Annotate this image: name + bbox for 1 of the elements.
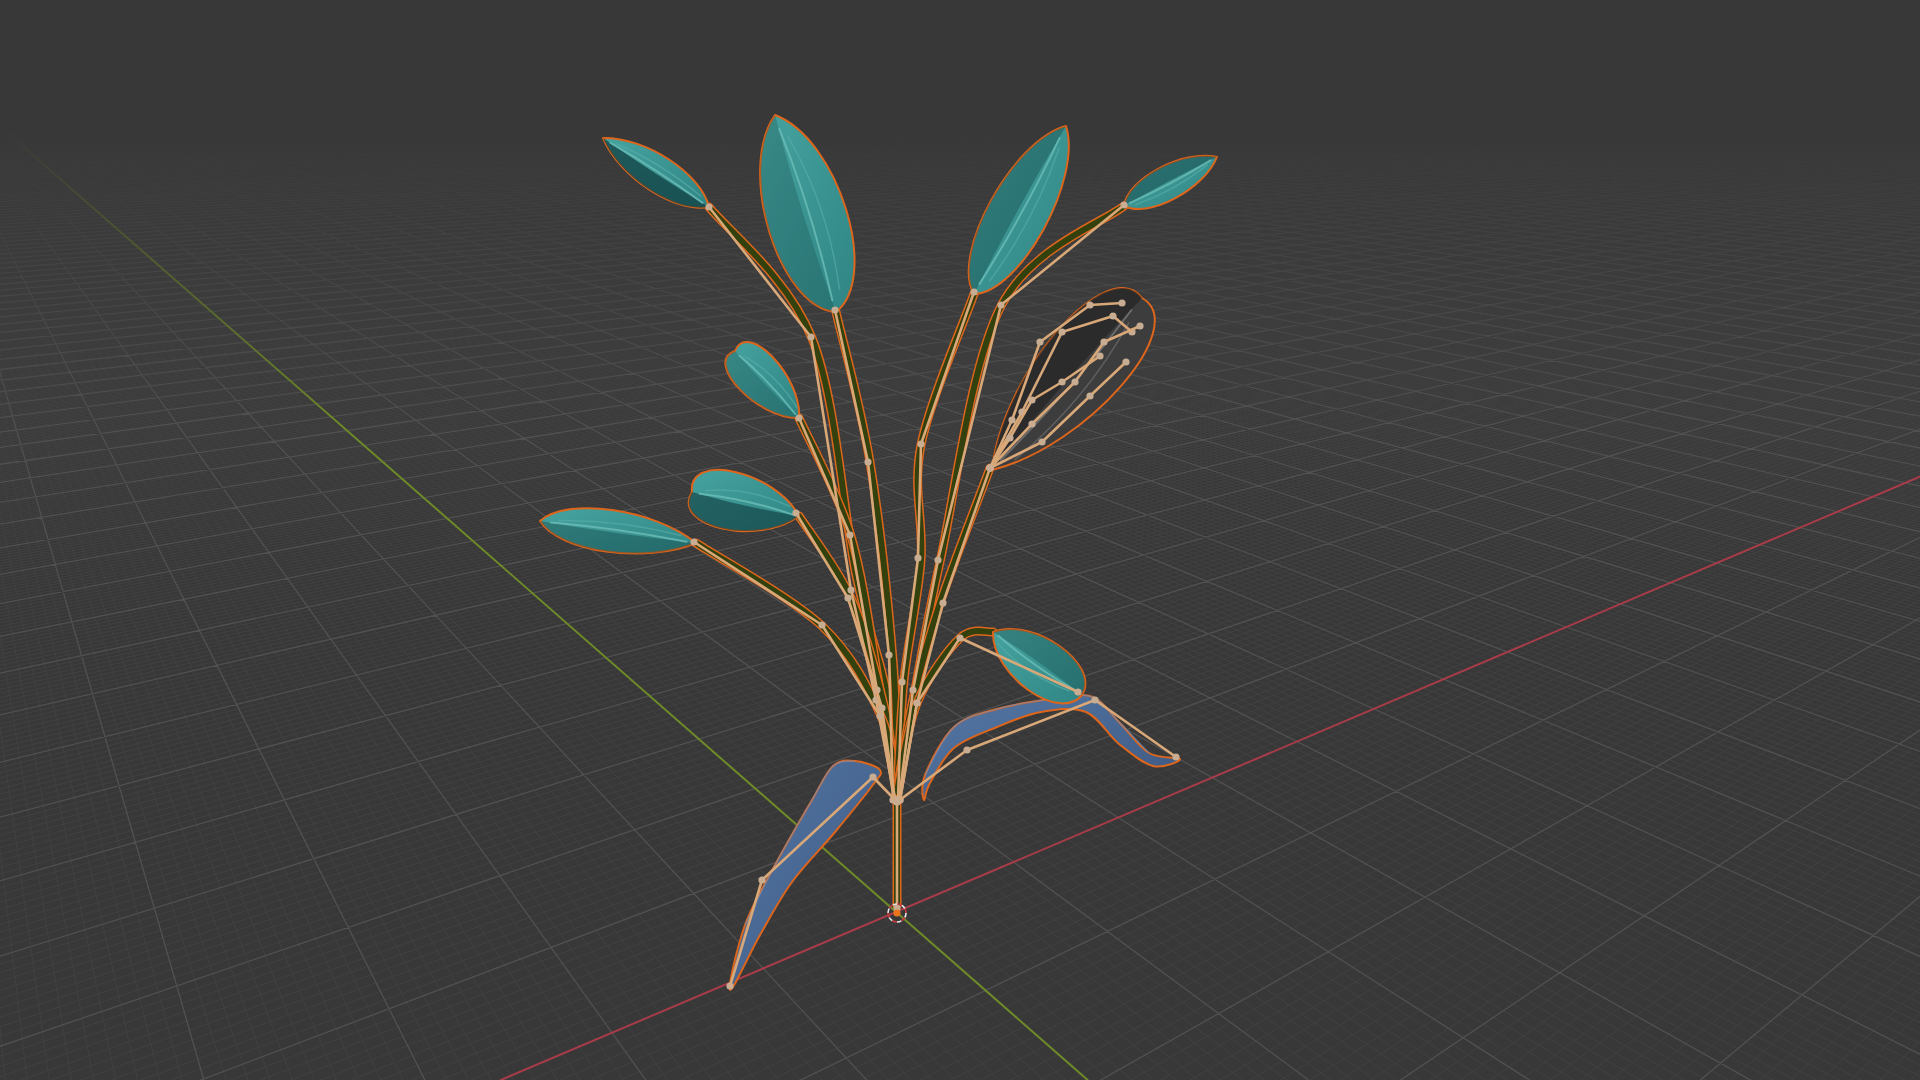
origin-marker-icon: [887, 903, 907, 923]
